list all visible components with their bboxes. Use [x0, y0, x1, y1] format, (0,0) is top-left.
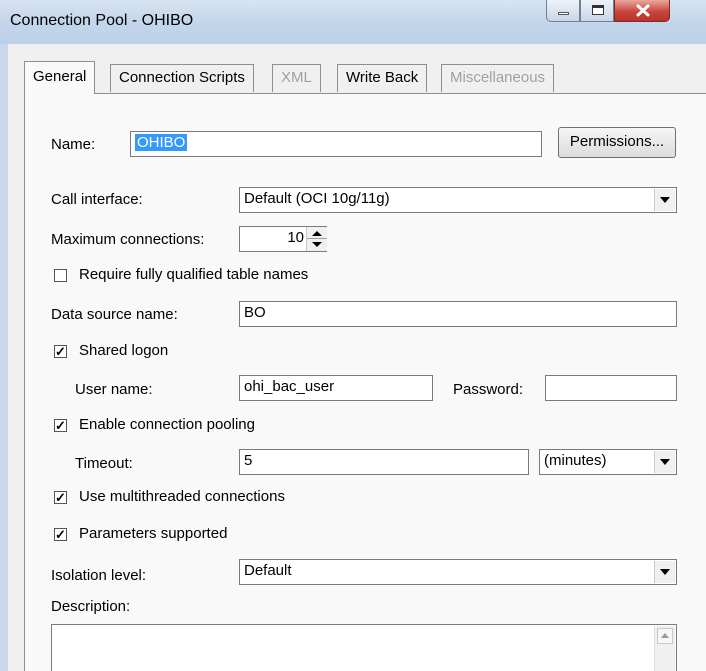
description-scrollbar[interactable]: [654, 626, 675, 671]
data-source-label: Data source name:: [51, 306, 178, 323]
stepper-down-icon[interactable]: [312, 242, 322, 247]
window-frame: [0, 44, 8, 671]
tab-miscellaneous[interactable]: Miscellaneous: [441, 64, 555, 92]
call-interface-select[interactable]: Default (OCI 10g/11g): [239, 187, 677, 213]
require-qualified-label: Require fully qualified table names: [79, 266, 309, 283]
call-interface-label: Call interface:: [51, 191, 143, 208]
user-name-label: User name:: [75, 381, 153, 398]
close-icon: [636, 4, 650, 17]
timeout-unit-select[interactable]: (minutes): [539, 449, 677, 475]
tab-xml[interactable]: XML: [272, 64, 321, 92]
tab-miscellaneous-label: Miscellaneous: [450, 69, 546, 86]
timeout-value: 5: [244, 452, 253, 469]
max-connections-stepper[interactable]: [306, 227, 327, 251]
isolation-label: Isolation level:: [51, 567, 147, 584]
shared-logon-label: Shared logon: [79, 342, 169, 359]
timeout-unit-value: (minutes): [544, 452, 607, 469]
check-icon: ✓: [55, 490, 66, 505]
enable-pooling-checkbox[interactable]: ✓: [54, 419, 67, 432]
shared-logon-checkbox[interactable]: ✓: [54, 345, 67, 358]
isolation-select[interactable]: Default: [239, 559, 677, 585]
parameters-checkbox[interactable]: ✓: [54, 528, 67, 541]
user-name-value: ohi_bac_user: [244, 378, 335, 395]
minimize-icon: [558, 12, 569, 15]
dropdown-arrow-icon[interactable]: [654, 561, 675, 583]
maximize-button[interactable]: [580, 0, 614, 22]
name-input[interactable]: OHIBO: [130, 131, 542, 157]
maximize-icon: [592, 5, 604, 15]
stepper-up-icon[interactable]: [312, 231, 322, 236]
name-value: OHIBO: [135, 134, 188, 151]
tab-xml-label: XML: [281, 69, 312, 86]
data-source-input[interactable]: BO: [239, 301, 677, 327]
password-input[interactable]: [545, 375, 677, 401]
tab-write-back-label: Write Back: [346, 69, 419, 86]
check-icon: ✓: [55, 418, 66, 433]
multithreaded-checkbox[interactable]: ✓: [54, 491, 67, 504]
permissions-button[interactable]: Permissions...: [558, 127, 676, 158]
dropdown-arrow-icon[interactable]: [654, 451, 675, 473]
title-bar: Connection Pool - OHIBO: [0, 0, 706, 45]
description-label: Description:: [51, 598, 131, 615]
password-label: Password:: [453, 381, 524, 398]
permissions-button-label: Permissions...: [569, 133, 665, 150]
require-qualified-checkbox[interactable]: [54, 269, 67, 282]
multithreaded-label: Use multithreaded connections: [79, 488, 285, 505]
minimize-button[interactable]: [546, 0, 580, 22]
tab-general-label: General: [33, 68, 87, 85]
tab-connection-scripts-label: Connection Scripts: [119, 69, 245, 86]
enable-pooling-label: Enable connection pooling: [79, 416, 255, 433]
max-connections-label: Maximum connections:: [51, 231, 205, 248]
name-label: Name:: [51, 136, 96, 153]
tab-connection-scripts[interactable]: Connection Scripts: [110, 64, 254, 92]
description-textarea[interactable]: [51, 624, 677, 671]
close-button[interactable]: [614, 0, 670, 22]
max-connections-value: 10: [287, 229, 304, 246]
tab-write-back[interactable]: Write Back: [337, 64, 428, 92]
data-source-value: BO: [244, 304, 266, 321]
timeout-input[interactable]: 5: [239, 449, 529, 475]
call-interface-value: Default (OCI 10g/11g): [244, 190, 390, 207]
scroll-up-icon: [661, 633, 669, 638]
check-icon: ✓: [55, 527, 66, 542]
isolation-value: Default: [244, 562, 292, 579]
window-title: Connection Pool - OHIBO: [10, 12, 194, 29]
scroll-up-button[interactable]: [657, 628, 673, 644]
dropdown-arrow-icon[interactable]: [654, 189, 675, 211]
parameters-label: Parameters supported: [79, 525, 228, 542]
check-icon: ✓: [55, 344, 66, 359]
timeout-label: Timeout:: [75, 455, 133, 472]
user-name-input[interactable]: ohi_bac_user: [239, 375, 433, 401]
tab-general[interactable]: General: [24, 61, 96, 94]
